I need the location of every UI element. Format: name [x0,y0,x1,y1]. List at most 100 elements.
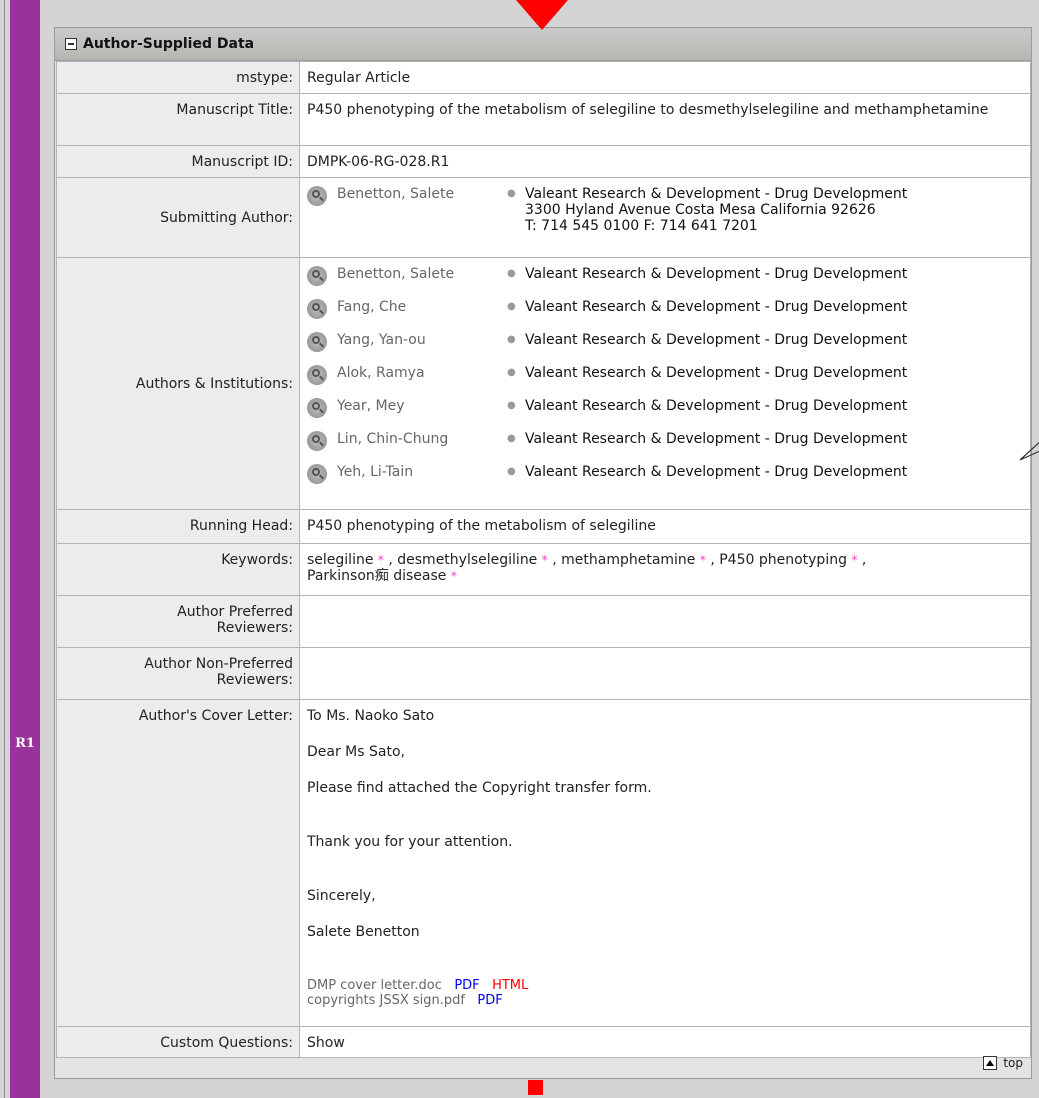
value-title: P450 phenotyping of the metabolism of se… [299,93,1031,146]
revision-bar: R1 [10,0,40,1098]
label-mstype: mstype: [56,61,300,94]
label-authors: Authors & Institutions: [56,257,300,510]
keyword: P450 phenotyping [719,552,847,568]
keyword-separator: , [705,552,720,568]
bullet-icon: ● [507,400,516,411]
search-icon[interactable] [307,332,327,352]
cover-line: Sincerely, [307,888,376,904]
bullet-icon: ● [507,188,516,199]
search-icon[interactable] [307,464,327,484]
author-entry: Yeh, Li-Tain ● Valeant Research & Develo… [307,464,1023,497]
value-preferred-reviewers [299,595,1031,648]
author-name[interactable]: Year, Mey [337,398,507,414]
show-custom-questions-link[interactable]: Show [299,1026,1031,1058]
search-icon[interactable] [307,266,327,286]
bullet-icon: ● [507,301,516,312]
label-preferred-reviewers: Author Preferred Reviewers: [56,595,300,648]
pdf-link[interactable]: PDF [454,978,479,993]
row-running-head: Running Head: P450 phenotyping of the me… [56,509,1031,544]
cover-line: Dear Ms Sato, [307,744,405,760]
keyword: methamphetamine [561,552,696,568]
submitting-author-name[interactable]: Benetton, Salete [337,186,507,202]
search-icon[interactable] [307,365,327,385]
html-link[interactable]: HTML [492,978,528,993]
pdf-link[interactable]: PDF [477,993,502,1008]
institution-line-2: 3300 Hyland Avenue Costa Mesa California… [525,202,876,218]
attachment-filename: copyrights JSSX sign.pdf [307,993,465,1008]
search-icon[interactable] [307,186,327,206]
back-to-top-button[interactable]: top [983,1056,1023,1070]
panel-title: Author-Supplied Data [83,36,255,52]
value-mstype: Regular Article [299,61,1031,94]
author-entry: Year, Mey ● Valeant Research & Developme… [307,398,1023,431]
author-supplied-data-panel: Author-Supplied Data mstype: Regular Art… [54,27,1032,1079]
author-institution: Valeant Research & Development - Drug De… [525,365,908,381]
cover-line: To Ms. Naoko Sato [307,708,435,724]
bullet-icon: ● [507,367,516,378]
keyword: Parkinson痴 disease [307,568,447,584]
cover-line: Please find attached the Copyright trans… [307,780,652,796]
author-entry: Fang, Che ● Valeant Research & Developme… [307,299,1023,332]
row-cover-letter: Author's Cover Letter: To Ms. Naoko Sato… [56,699,1031,1027]
row-non-preferred-reviewers: Author Non-Preferred Reviewers: [56,647,1031,700]
label-custom-questions: Custom Questions: [56,1026,300,1058]
author-name[interactable]: Lin, Chin-Chung [337,431,507,447]
value-ms-id: DMPK-06-RG-028.R1 [299,145,1031,178]
keyword-star-icon: * [450,569,457,583]
attachment-row: copyrights JSSX sign.pdf PDF [307,993,1023,1008]
collapse-icon[interactable] [65,38,77,50]
row-preferred-reviewers: Author Preferred Reviewers: [56,595,1031,648]
review-frame: R1 Author-Supplied Data mstype: Regular … [0,0,1039,1098]
label-line: Author Non-Preferred [144,656,293,672]
author-institution: Valeant Research & Development - Drug De… [525,266,908,282]
bullet-icon: ● [507,466,516,477]
row-title: Manuscript Title: P450 phenotyping of th… [56,93,1031,146]
author-entry: Lin, Chin-Chung ● Valeant Research & Dev… [307,431,1023,464]
revision-label: R1 [15,736,35,751]
row-mstype: mstype: Regular Article [56,61,1031,94]
label-non-preferred-reviewers: Author Non-Preferred Reviewers: [56,647,300,700]
callout-pointer-icon [1019,441,1039,461]
keyword: selegiline [307,552,374,568]
row-authors: Authors & Institutions: Benetton, Salete… [56,257,1031,510]
author-list: Benetton, Salete ● Valeant Research & De… [307,266,1023,497]
label-title: Manuscript Title: [56,93,300,146]
author-name[interactable]: Benetton, Salete [337,266,507,282]
row-keywords: Keywords: selegiline * , desmethylselegi… [56,543,1031,596]
submitting-author-institution: Valeant Research & Development - Drug De… [525,186,907,234]
row-custom-questions: Custom Questions: Show [56,1026,1031,1058]
author-name[interactable]: Yeh, Li-Tain [337,464,507,480]
bullet-icon: ● [507,268,516,279]
label-line: Author Preferred [177,604,293,620]
row-ms-id: Manuscript ID: DMPK-06-RG-028.R1 [56,145,1031,178]
bullet-icon: ● [507,433,516,444]
bullet-icon: ● [507,334,516,345]
value-cover-letter: To Ms. Naoko Sato Dear Ms Sato, Please f… [299,699,1031,1027]
author-name[interactable]: Yang, Yan-ou [337,332,507,348]
author-institution: Valeant Research & Development - Drug De… [525,332,908,348]
label-cover-letter: Author's Cover Letter: [56,699,300,1027]
panel-header[interactable]: Author-Supplied Data [55,28,1031,61]
author-entry: Yang, Yan-ou ● Valeant Research & Develo… [307,332,1023,365]
search-icon[interactable] [307,431,327,451]
cover-line: Thank you for your attention. [307,834,513,850]
left-border [4,0,5,1098]
label-keywords: Keywords: [56,543,300,596]
value-non-preferred-reviewers [299,647,1031,700]
red-triangle-marker [516,0,568,30]
keyword-separator: , [547,552,562,568]
author-institution: Valeant Research & Development - Drug De… [525,431,908,447]
search-icon[interactable] [307,299,327,319]
row-submitting-author: Submitting Author: Benetton, Salete ● Va… [56,177,1031,258]
author-entry: Alok, Ramya ● Valeant Research & Develop… [307,365,1023,398]
attachment-filename: DMP cover letter.doc [307,978,442,993]
author-name[interactable]: Alok, Ramya [337,365,507,381]
search-icon[interactable] [307,398,327,418]
top-label: top [1003,1056,1023,1070]
attachments: DMP cover letter.doc PDF HTML copyrights… [307,978,1023,1008]
attachment-row: DMP cover letter.doc PDF HTML [307,978,1023,993]
label-line: Reviewers: [216,620,293,636]
arrow-up-icon [983,1056,998,1070]
value-authors: Benetton, Salete ● Valeant Research & De… [299,257,1031,510]
author-name[interactable]: Fang, Che [337,299,507,315]
